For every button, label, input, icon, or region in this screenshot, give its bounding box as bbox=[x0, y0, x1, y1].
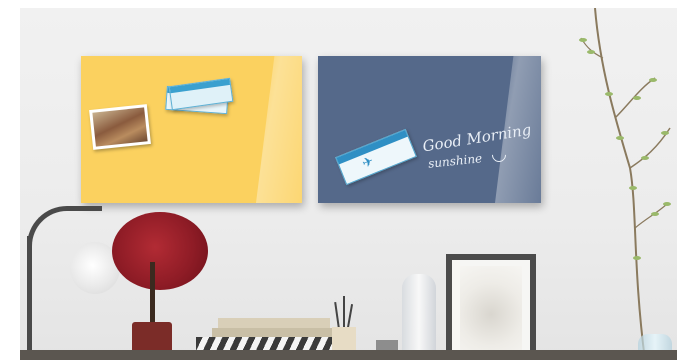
frame-artwork bbox=[460, 266, 522, 354]
photo-image bbox=[92, 107, 148, 147]
bonsai-tree-crown bbox=[112, 212, 208, 290]
desk-top bbox=[20, 350, 677, 360]
pinned-photo bbox=[89, 104, 151, 150]
bonsai-tree-trunk bbox=[150, 262, 155, 324]
plant-branch bbox=[579, 8, 671, 360]
airplane-icon: ✈ bbox=[360, 153, 376, 172]
pencil bbox=[343, 296, 345, 328]
book-stack bbox=[212, 328, 332, 337]
glass-bottle bbox=[402, 274, 436, 360]
scene: ✈ Good Morning sunshine bbox=[0, 0, 677, 360]
book-stack bbox=[218, 318, 330, 328]
picture-frame bbox=[446, 254, 536, 360]
desk-lamp-pole bbox=[27, 236, 32, 354]
board-glare bbox=[256, 56, 302, 203]
